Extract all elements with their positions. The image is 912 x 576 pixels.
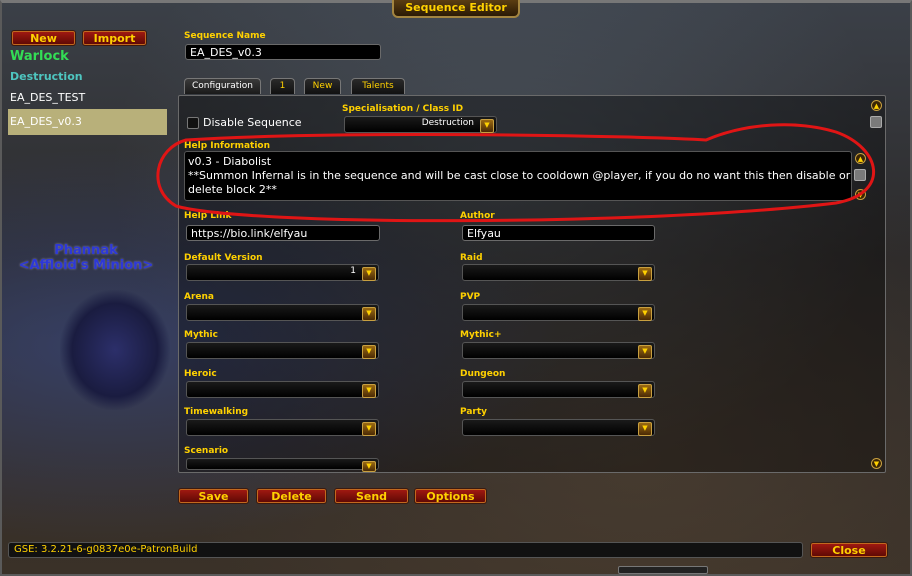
version-status-bar: GSE: 3.2.21-6-g0837e0e-PatronBuild xyxy=(8,542,803,558)
dungeon-label: Dungeon xyxy=(460,369,506,379)
new-button[interactable]: New xyxy=(11,30,76,46)
party-dropdown[interactable]: ▼ xyxy=(462,419,655,436)
raid-label: Raid xyxy=(460,253,483,263)
delete-button[interactable]: Delete xyxy=(256,488,327,504)
party-label: Party xyxy=(460,407,488,417)
chevron-down-icon: ▼ xyxy=(362,267,376,281)
mythic-plus-dropdown[interactable]: ▼ xyxy=(462,342,655,359)
sequence-name-input[interactable]: EA_DES_v0.3 xyxy=(185,44,381,60)
chevron-down-icon: ▼ xyxy=(638,422,652,436)
chevron-down-icon: ▼ xyxy=(362,422,376,436)
panel-scroll-up-icon[interactable]: ▲ xyxy=(871,100,882,111)
sequence-list-item[interactable]: EA_DES_TEST xyxy=(10,91,85,104)
chevron-down-icon: ▼ xyxy=(362,461,376,472)
pvp-dropdown[interactable]: ▼ xyxy=(462,304,655,321)
dungeon-dropdown[interactable]: ▼ xyxy=(462,381,655,398)
chevron-down-icon: ▼ xyxy=(362,384,376,398)
class-heading: Warlock xyxy=(10,49,69,64)
options-button[interactable]: Options xyxy=(414,488,487,504)
tab-new[interactable]: New xyxy=(304,78,341,94)
mythic-plus-label: Mythic+ xyxy=(460,330,502,340)
timewalking-label: Timewalking xyxy=(184,407,249,417)
spec-heading: Destruction xyxy=(10,70,83,83)
annotation-circle xyxy=(156,123,876,223)
close-button[interactable]: Close xyxy=(810,542,888,558)
chevron-down-icon: ▼ xyxy=(638,307,652,321)
timewalking-dropdown[interactable]: ▼ xyxy=(186,419,379,436)
window-title: Sequence Editor xyxy=(392,0,520,18)
tab-version-1[interactable]: 1 xyxy=(270,78,295,94)
default-version-value: 1 xyxy=(350,266,356,276)
heroic-dropdown[interactable]: ▼ xyxy=(186,381,379,398)
scenario-dropdown[interactable]: ▼ xyxy=(186,458,379,472)
spec-label: Specialisation / Class ID xyxy=(342,104,464,114)
mythic-label: Mythic xyxy=(184,330,218,340)
sequence-list-item-selected[interactable]: EA_DES_v0.3 xyxy=(8,109,167,135)
chevron-down-icon: ▼ xyxy=(362,345,376,359)
chevron-down-icon: ▼ xyxy=(638,345,652,359)
heroic-label: Heroic xyxy=(184,369,217,379)
sequence-name-label: Sequence Name xyxy=(184,31,266,41)
default-version-dropdown[interactable]: 1 ▼ xyxy=(186,264,379,281)
chevron-down-icon: ▼ xyxy=(362,307,376,321)
panel-scroll-down-icon[interactable]: ▼ xyxy=(871,458,882,469)
arena-dropdown[interactable]: ▼ xyxy=(186,304,379,321)
mythic-dropdown[interactable]: ▼ xyxy=(186,342,379,359)
tab-configuration[interactable]: Configuration xyxy=(184,78,261,94)
default-version-label: Default Version xyxy=(184,253,263,263)
scenario-label: Scenario xyxy=(184,446,229,456)
send-button[interactable]: Send xyxy=(334,488,409,504)
pvp-label: PVP xyxy=(460,292,481,302)
chevron-down-icon: ▼ xyxy=(638,267,652,281)
arena-label: Arena xyxy=(184,292,214,302)
chevron-down-icon: ▼ xyxy=(638,384,652,398)
resize-handle[interactable] xyxy=(618,566,708,574)
tab-talents[interactable]: Talents xyxy=(351,78,405,94)
sequence-list-item-label: EA_DES_v0.3 xyxy=(10,115,82,128)
import-button[interactable]: Import xyxy=(82,30,147,46)
save-button[interactable]: Save xyxy=(178,488,249,504)
raid-dropdown[interactable]: ▼ xyxy=(462,264,655,281)
